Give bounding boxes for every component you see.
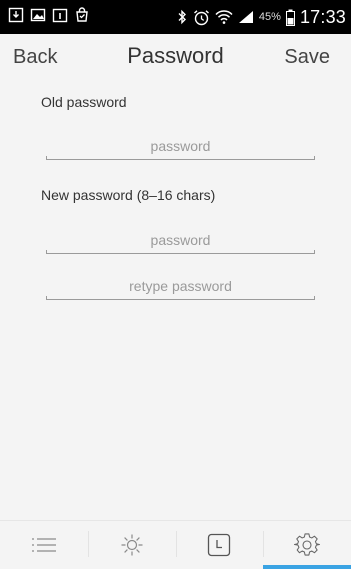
new-password-underline	[46, 250, 315, 254]
signal-icon	[238, 10, 254, 24]
bottom-tab-bar	[0, 520, 351, 569]
tab-list[interactable]	[0, 521, 88, 569]
old-password-label: Old password	[41, 94, 127, 110]
battery-icon	[285, 9, 295, 26]
new-password-label: New password (8–16 chars)	[41, 187, 216, 203]
old-password-field	[46, 134, 315, 160]
clock-icon	[207, 533, 231, 557]
battery-percent: 45%	[258, 11, 281, 23]
title-bar: Back Password Save	[0, 34, 351, 84]
tab-settings[interactable]	[263, 521, 351, 569]
tab-timer[interactable]	[175, 521, 264, 569]
new-password-input[interactable]	[46, 228, 315, 252]
old-password-input[interactable]	[46, 134, 315, 158]
calendar-icon	[52, 7, 68, 23]
list-icon	[31, 537, 57, 553]
bluetooth-icon	[176, 9, 188, 25]
status-bar: 45% 17:33	[0, 0, 351, 34]
new-password-field	[46, 228, 315, 254]
alarm-icon	[193, 9, 210, 26]
clock-time: 17:33	[299, 6, 346, 27]
retype-password-field	[46, 274, 315, 300]
wifi-icon	[215, 9, 233, 25]
back-button[interactable]: Back	[13, 46, 57, 69]
shopping-bag-icon	[74, 7, 90, 23]
retype-password-input[interactable]	[46, 274, 315, 298]
old-password-underline	[46, 156, 315, 160]
sun-icon	[120, 533, 144, 557]
download-icon	[8, 7, 24, 23]
image-icon	[30, 7, 46, 23]
gear-icon	[294, 532, 321, 558]
retype-password-underline	[46, 296, 315, 300]
tab-brightness[interactable]	[87, 521, 176, 569]
save-button[interactable]: Save	[284, 46, 330, 69]
